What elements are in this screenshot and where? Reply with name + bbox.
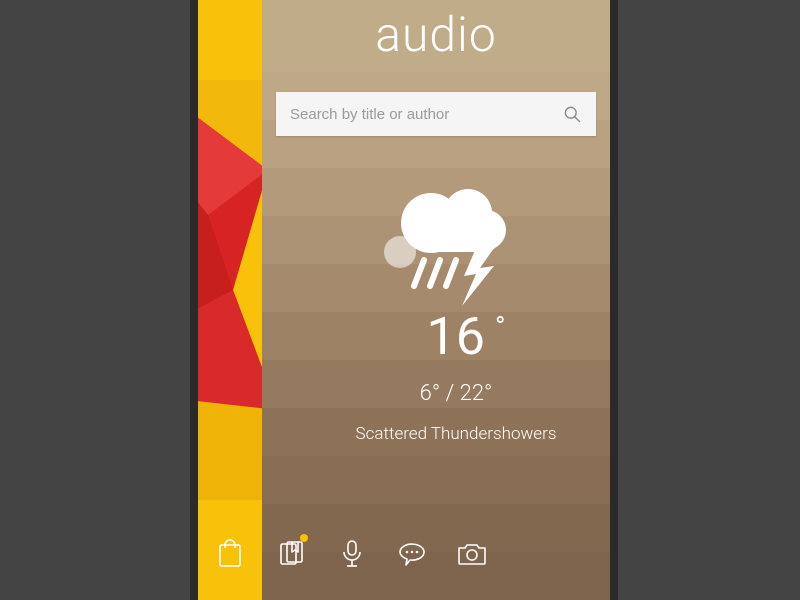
weather-widget: 16 ° 6° / 22° Scattered Thundershowers bbox=[262, 168, 610, 444]
search-bar[interactable] bbox=[276, 92, 596, 136]
low-temp: 6° bbox=[420, 381, 441, 406]
bottom-toolbar bbox=[198, 530, 610, 578]
current-temp-value: 16 bbox=[427, 306, 485, 367]
notification-dot-icon bbox=[300, 534, 308, 542]
chat-button[interactable] bbox=[382, 530, 442, 578]
high-temp: 22° bbox=[460, 381, 493, 406]
shopping-bag-button[interactable] bbox=[198, 530, 262, 578]
chat-bubble-icon bbox=[396, 540, 428, 568]
bookmarks-icon bbox=[277, 539, 307, 569]
current-temperature: 16 ° bbox=[427, 306, 506, 367]
search-icon[interactable] bbox=[562, 104, 582, 124]
temperature-range: 6° / 22° bbox=[420, 381, 493, 406]
search-input[interactable] bbox=[290, 106, 562, 123]
camera-button[interactable] bbox=[442, 530, 502, 578]
shopping-bag-icon bbox=[216, 539, 244, 569]
main-area: audio bbox=[262, 0, 610, 600]
library-button[interactable] bbox=[262, 530, 322, 578]
page-title: audio bbox=[262, 6, 610, 63]
left-decorative-strip bbox=[198, 0, 262, 600]
microphone-icon bbox=[339, 539, 365, 569]
range-separator: / bbox=[440, 381, 459, 406]
degree-symbol: ° bbox=[495, 310, 505, 343]
thunderstorm-icon bbox=[376, 178, 526, 312]
geometric-shape-icon bbox=[198, 80, 262, 500]
screen: audio bbox=[198, 0, 610, 600]
camera-icon bbox=[456, 541, 488, 567]
weather-condition: Scattered Thundershowers bbox=[356, 424, 557, 444]
voice-button[interactable] bbox=[322, 530, 382, 578]
